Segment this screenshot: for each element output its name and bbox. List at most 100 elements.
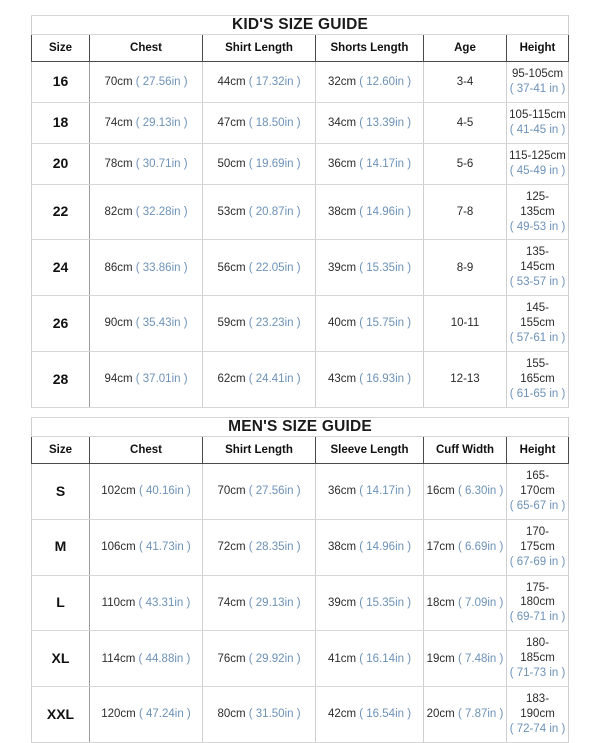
mens-column-header-row: Size Chest Shirt Length Sleeve Length Cu… — [31, 435, 570, 464]
kids-col-age: Age — [423, 34, 507, 62]
value-metric: 80cm — [217, 708, 246, 721]
kids-row-height: 105-115cm ( 41-45 in ) — [505, 101, 570, 144]
kids-row-age: 10-11 — [423, 295, 507, 353]
value-imperial: ( 22.05in ) — [248, 261, 301, 274]
kids-row-chest: 70cm ( 27.56in ) — [89, 61, 203, 103]
value-metric: 115-125cm — [509, 149, 566, 162]
value-imperial: ( 16.93in ) — [359, 373, 412, 386]
mens-row-shirt-length: 76cm ( 29.92in ) — [202, 630, 316, 688]
kids-banner-row: KID'S SIZE GUIDE — [30, 15, 570, 35]
value-imperial: ( 29.13in ) — [135, 116, 188, 129]
mens-row-shirt-length: 70cm ( 27.56in ) — [202, 462, 316, 520]
value-imperial: ( 72-74 in ) — [509, 723, 566, 735]
value-imperial: ( 31.50in ) — [248, 708, 301, 721]
value-metric: 43cm — [327, 373, 357, 386]
value-imperial: ( 47.24in ) — [138, 708, 191, 721]
value-imperial: ( 14.17in ) — [359, 157, 412, 170]
kids-row-size: 24 — [31, 239, 90, 297]
mens-row-shirt-length: 72cm ( 28.35in ) — [202, 518, 316, 576]
table-row: 26 90cm ( 35.43in ) 59cm ( 23.23in ) 40c… — [31, 295, 570, 353]
size-guide-page: KID'S SIZE GUIDE Size Chest Shirt Length… — [0, 0, 600, 743]
value-imperial: ( 15.35in ) — [359, 596, 412, 609]
mens-col-sleeve-length: Sleeve Length — [315, 435, 424, 464]
value-imperial: ( 20.87in ) — [248, 205, 301, 218]
value-metric: 78cm — [104, 157, 133, 170]
value-metric: 70cm — [217, 485, 246, 498]
mens-row-sleeve-length: 41cm ( 16.14in ) — [315, 630, 424, 688]
value-imperial: ( 23.23in ) — [248, 317, 301, 330]
kids-row-age: 5-6 — [423, 142, 507, 185]
table-row: S 102cm ( 40.16in ) 70cm ( 27.56in ) 36c… — [31, 462, 570, 520]
mens-row-chest: 102cm ( 40.16in ) — [89, 462, 203, 520]
mens-col-shirt-length: Shirt Length — [202, 435, 316, 464]
kids-row-shirt-length: 62cm ( 24.41in ) — [202, 351, 316, 408]
kids-row-chest: 78cm ( 30.71in ) — [89, 142, 203, 185]
value-imperial: ( 14.96in ) — [359, 540, 412, 553]
value-metric: 18cm — [426, 596, 455, 609]
value-metric: 102cm — [101, 485, 136, 498]
value-metric: 53cm — [217, 205, 246, 218]
mens-row-height: 183-190cm ( 72-74 in ) — [505, 686, 570, 743]
mens-row-height: 165-170cm ( 65-67 in ) — [505, 462, 570, 520]
value-metric: 56cm — [217, 261, 246, 274]
kids-row-chest: 94cm ( 37.01in ) — [89, 351, 203, 408]
value-imperial: ( 43.31in ) — [138, 596, 191, 609]
value-imperial: ( 6.30in ) — [457, 485, 504, 498]
kids-col-shirt-length: Shirt Length — [202, 34, 316, 62]
value-imperial: ( 61-65 in ) — [509, 387, 566, 400]
kids-row-shorts-length: 40cm ( 15.75in ) — [315, 295, 424, 353]
value-metric: 105-115cm — [509, 108, 566, 121]
mens-col-size: Size — [31, 435, 90, 464]
value-metric: 16cm — [426, 485, 455, 498]
kids-row-height: 95-105cm ( 37-41 in ) — [505, 61, 570, 103]
kids-table-body: 16 70cm ( 27.56in ) 44cm ( 17.32in ) 32c… — [31, 61, 570, 408]
kids-row-size: 22 — [31, 183, 90, 241]
value-metric: 114cm — [101, 652, 136, 665]
table-row: XXL 120cm ( 47.24in ) 80cm ( 31.50in ) 4… — [31, 686, 570, 743]
value-imperial: ( 14.96in ) — [359, 205, 412, 218]
value-imperial: ( 18.50in ) — [248, 116, 301, 129]
value-imperial: ( 24.41in ) — [248, 373, 301, 386]
value-metric: 86cm — [104, 261, 133, 274]
table-row: 20 78cm ( 30.71in ) 50cm ( 19.69in ) 36c… — [31, 142, 570, 185]
value-imperial: ( 37-41 in ) — [509, 82, 566, 95]
mens-row-height: 170-175cm ( 67-69 in ) — [505, 518, 570, 576]
value-metric: 47cm — [217, 116, 246, 129]
table-row: M 106cm ( 41.73in ) 72cm ( 28.35in ) 38c… — [31, 518, 570, 576]
value-metric: 50cm — [217, 157, 246, 170]
kids-row-shirt-length: 59cm ( 23.23in ) — [202, 295, 316, 353]
kids-row-shorts-length: 34cm ( 13.39in ) — [315, 101, 424, 144]
mens-row-sleeve-length: 39cm ( 15.35in ) — [315, 574, 424, 632]
kids-row-size: 18 — [31, 101, 90, 144]
value-imperial: ( 16.54in ) — [359, 708, 412, 721]
kids-row-size: 16 — [31, 61, 90, 103]
mens-row-sleeve-length: 42cm ( 16.54in ) — [315, 686, 424, 743]
value-imperial: ( 7.48in ) — [457, 652, 504, 665]
value-metric: 44cm — [217, 75, 246, 88]
mens-row-cuff-width: 18cm ( 7.09in ) — [423, 574, 507, 632]
mens-row-shirt-length: 74cm ( 29.13in ) — [202, 574, 316, 632]
value-imperial: ( 12.60in ) — [359, 75, 412, 88]
table-row: 18 74cm ( 29.13in ) 47cm ( 18.50in ) 34c… — [31, 101, 570, 144]
kids-row-age: 8-9 — [423, 239, 507, 297]
value-imperial: ( 65-67 in ) — [509, 499, 566, 512]
value-imperial: ( 41-45 in ) — [509, 123, 566, 136]
mens-row-sleeve-length: 36cm ( 14.17in ) — [315, 462, 424, 520]
mens-row-cuff-width: 19cm ( 7.48in ) — [423, 630, 507, 688]
mens-row-cuff-width: 16cm ( 6.30in ) — [423, 462, 507, 520]
value-imperial: ( 16.14in ) — [359, 652, 412, 665]
mens-guide-title: MEN'S SIZE GUIDE — [30, 416, 570, 437]
kids-row-height: 155-165cm ( 61-65 in ) — [505, 351, 570, 408]
kids-col-chest: Chest — [89, 34, 203, 62]
kids-row-height: 145-155cm ( 57-61 in ) — [505, 295, 570, 353]
value-imperial: ( 71-73 in ) — [509, 667, 566, 680]
value-imperial: ( 28.35in ) — [248, 540, 301, 553]
mens-row-size: XL — [31, 630, 90, 688]
kids-row-age: 4-5 — [423, 101, 507, 144]
value-imperial: ( 53-57 in ) — [509, 276, 566, 289]
mens-table-body: S 102cm ( 40.16in ) 70cm ( 27.56in ) 36c… — [31, 462, 570, 743]
value-metric: 106cm — [101, 540, 136, 553]
kids-row-shirt-length: 53cm ( 20.87in ) — [202, 183, 316, 241]
value-imperial: ( 29.13in ) — [248, 596, 301, 609]
value-imperial: ( 35.43in ) — [135, 317, 188, 330]
